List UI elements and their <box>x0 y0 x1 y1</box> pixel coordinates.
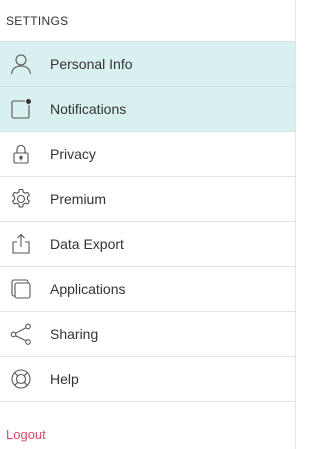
lifebuoy-icon <box>0 357 46 402</box>
settings-panel: SETTINGS Personal Info Notifications Pri… <box>0 0 296 449</box>
apps-icon <box>0 267 46 312</box>
menu-item-label: Personal Info <box>50 56 133 72</box>
menu-item-label: Premium <box>50 191 107 207</box>
menu-item-label: Notifications <box>50 101 127 117</box>
notification-icon <box>0 87 46 132</box>
export-icon <box>0 222 46 267</box>
menu-item-label: Applications <box>50 281 126 297</box>
settings-header: SETTINGS <box>0 0 295 42</box>
menu-item-label: Privacy <box>50 146 96 162</box>
menu-item-sharing[interactable]: Sharing <box>0 312 295 357</box>
menu-item-premium[interactable]: Premium <box>0 177 295 222</box>
gear-icon <box>0 177 46 222</box>
menu-item-applications[interactable]: Applications <box>0 267 295 312</box>
lock-icon <box>0 132 46 177</box>
settings-menu: Personal Info Notifications Privacy Prem… <box>0 42 295 402</box>
menu-item-notifications[interactable]: Notifications <box>0 87 295 132</box>
user-icon <box>0 42 46 87</box>
menu-item-label: Help <box>50 371 79 387</box>
menu-item-help[interactable]: Help <box>0 357 295 402</box>
menu-item-label: Data Export <box>50 236 124 252</box>
menu-item-data-export[interactable]: Data Export <box>0 222 295 267</box>
logout-link[interactable]: Logout <box>6 427 46 442</box>
menu-item-privacy[interactable]: Privacy <box>0 132 295 177</box>
share-icon <box>0 312 46 357</box>
menu-item-label: Sharing <box>50 326 99 342</box>
menu-item-personal-info[interactable]: Personal Info <box>0 42 295 87</box>
